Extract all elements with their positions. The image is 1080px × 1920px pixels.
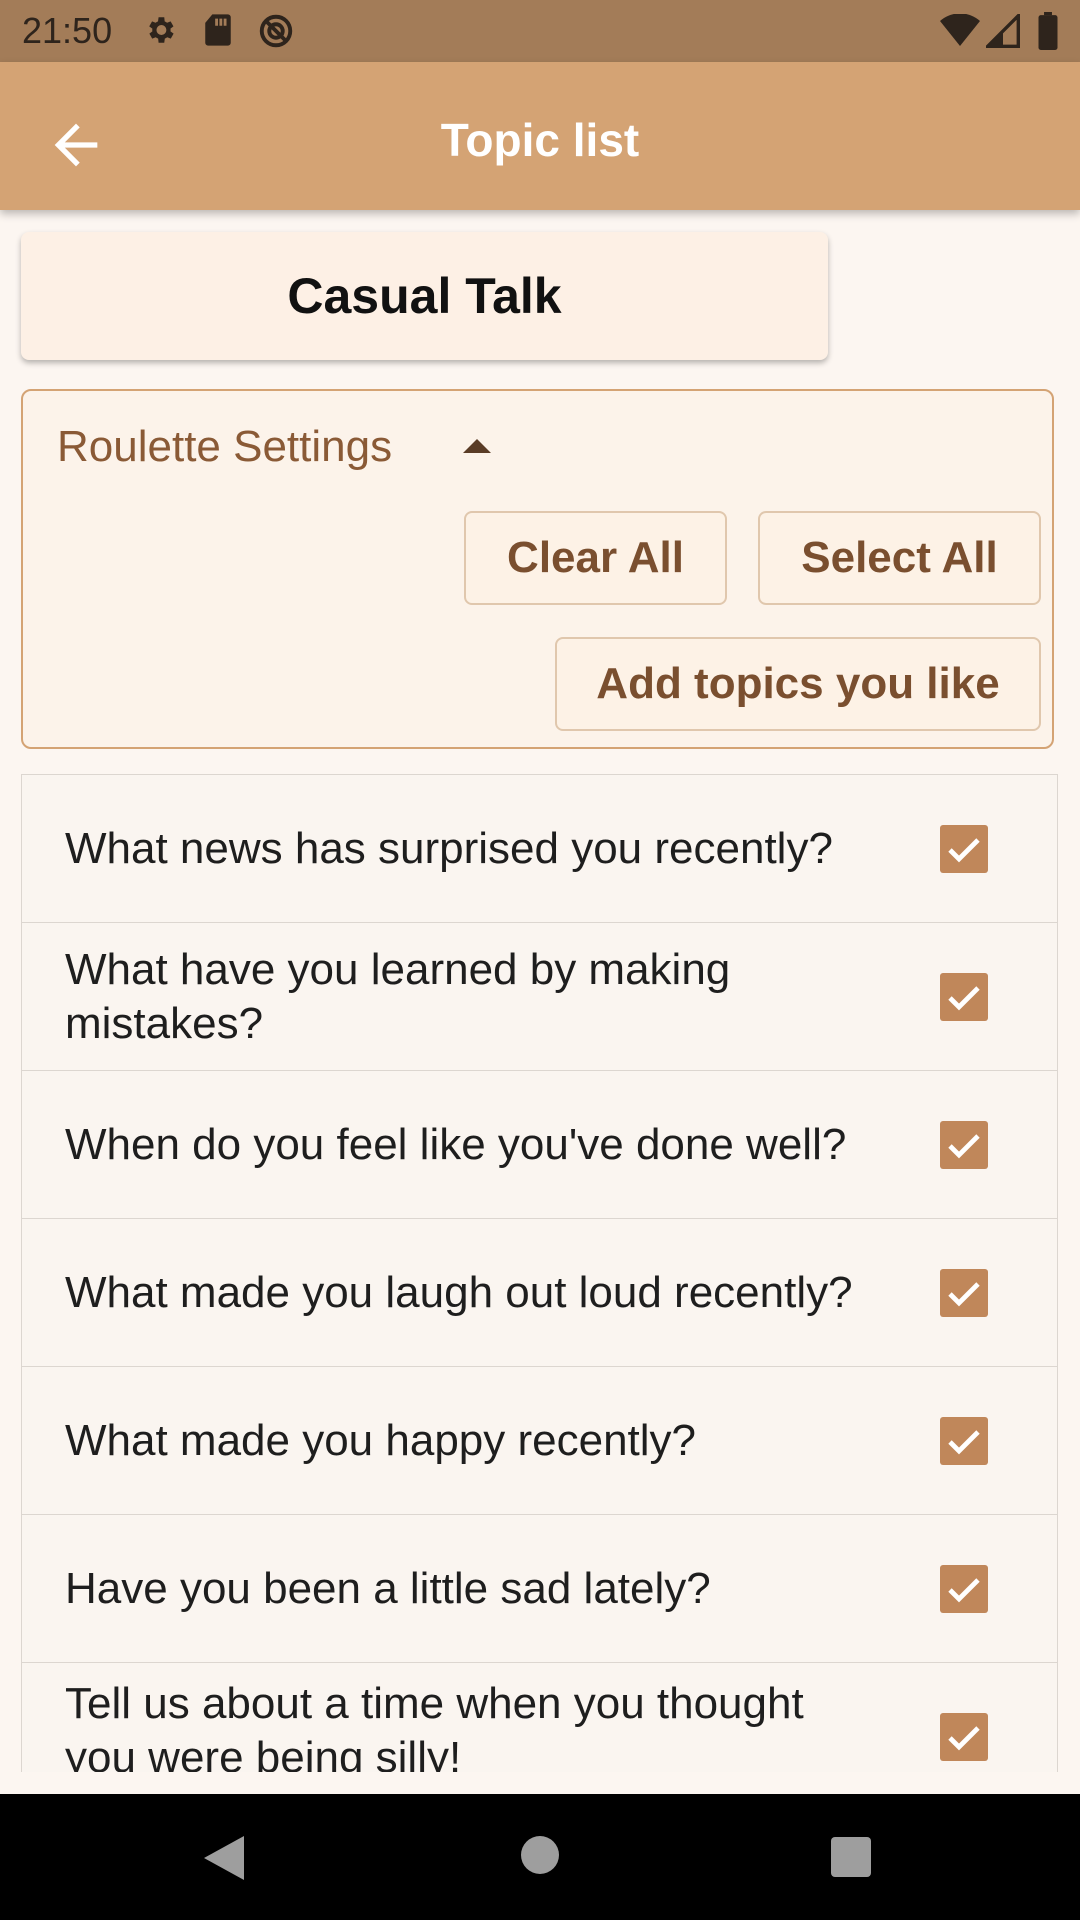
nav-home-icon[interactable] xyxy=(521,1836,559,1874)
checkmark-icon xyxy=(948,1577,980,1602)
category-card[interactable]: Casual Talk xyxy=(21,232,828,360)
app-bar: Topic list xyxy=(0,62,1080,210)
status-bar: 21:50 xyxy=(0,0,1080,62)
topic-row[interactable]: Tell us about a time when you thought yo… xyxy=(21,1662,1058,1772)
topic-checkbox[interactable] xyxy=(940,1416,988,1465)
navigation-bar xyxy=(0,1794,1080,1920)
select-all-label: Select All xyxy=(801,533,998,582)
checkmark-icon xyxy=(948,1429,980,1454)
topic-text: What made you laugh out loud recently? xyxy=(65,1267,853,1317)
topic-text: Have you been a little sad lately? xyxy=(65,1563,711,1613)
topic-checkbox[interactable] xyxy=(940,972,988,1021)
topic-checkbox[interactable] xyxy=(940,1120,988,1169)
wifi-icon xyxy=(940,14,980,46)
topic-checkbox[interactable] xyxy=(940,1712,988,1761)
checkmark-icon xyxy=(948,1281,980,1306)
topic-checkbox[interactable] xyxy=(940,1268,988,1317)
topic-row[interactable]: What made you laugh out loud recently? xyxy=(21,1218,1058,1366)
topic-row[interactable]: When do you feel like you've done well? xyxy=(21,1070,1058,1218)
status-time: 21:50 xyxy=(22,10,113,51)
checkmark-icon xyxy=(948,1725,980,1750)
nav-recents-icon[interactable] xyxy=(831,1837,871,1877)
sd-card-icon xyxy=(205,14,231,46)
topic-row[interactable]: What have you learned by making mistakes… xyxy=(21,922,1058,1070)
clear-all-button[interactable]: Clear All xyxy=(464,511,727,605)
add-topics-button[interactable]: Add topics you like xyxy=(555,637,1041,731)
nav-back-icon[interactable] xyxy=(204,1836,244,1880)
checkmark-icon xyxy=(948,985,980,1010)
arrow-up-icon[interactable] xyxy=(463,439,491,453)
page-title: Topic list xyxy=(440,114,640,166)
topic-text: What news has surprised you recently? xyxy=(65,823,833,873)
settings-icon xyxy=(149,17,174,43)
topic-text: What made you happy recently? xyxy=(65,1415,697,1465)
checkmark-icon xyxy=(948,837,980,862)
topic-checkbox[interactable] xyxy=(940,824,988,873)
signal-icon xyxy=(986,14,1020,48)
topic-row[interactable]: What news has surprised you recently? xyxy=(21,774,1058,922)
topic-text: Tell us about a time when you thought yo… xyxy=(65,1679,804,1772)
do-not-disturb-icon xyxy=(259,14,293,48)
battery-icon xyxy=(1038,12,1058,50)
topic-list[interactable]: What news has surprised you recently? Wh… xyxy=(21,774,1058,1772)
topic-text: What have you learned by making mistakes… xyxy=(65,944,731,1048)
topic-row[interactable]: What made you happy recently? xyxy=(21,1366,1058,1514)
roulette-settings-panel: Roulette Settings Clear All Select All A… xyxy=(21,389,1054,749)
select-all-button[interactable]: Select All xyxy=(758,511,1041,605)
clear-all-label: Clear All xyxy=(507,533,684,582)
settings-title[interactable]: Roulette Settings xyxy=(57,419,392,475)
topic-row[interactable]: Have you been a little sad lately? xyxy=(21,1514,1058,1662)
checkmark-icon xyxy=(948,1133,980,1158)
topic-checkbox[interactable] xyxy=(940,1564,988,1613)
topic-text: When do you feel like you've done well? xyxy=(65,1119,847,1169)
category-label: Casual Talk xyxy=(287,268,562,324)
add-topics-label: Add topics you like xyxy=(596,659,1000,708)
